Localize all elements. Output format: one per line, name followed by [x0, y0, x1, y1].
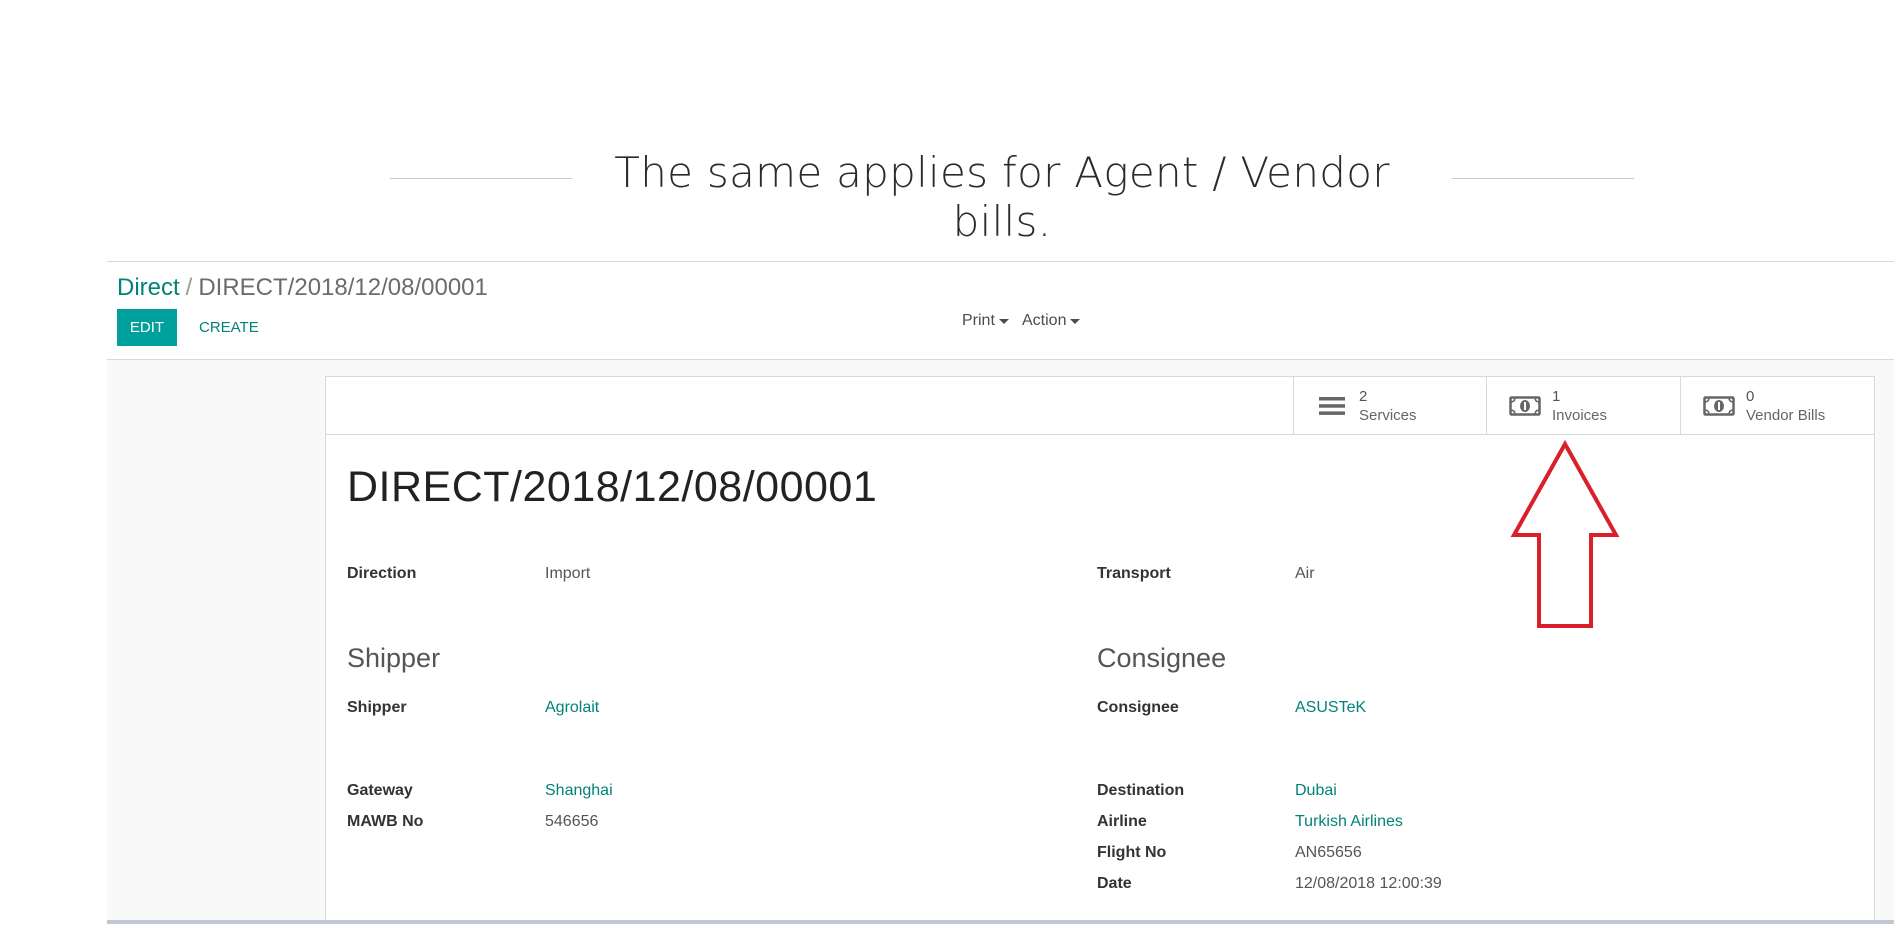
date-label: Date: [1097, 875, 1132, 892]
money-icon: [1508, 394, 1542, 418]
odoo-form-view: Direct / DIRECT/2018/12/08/00001 EDIT CREA…: [107, 261, 1894, 922]
caret-down-icon: [1070, 318, 1081, 324]
record-title: DIRECT/2018/12/08/00001: [347, 463, 878, 511]
mawb-value[interactable]: 546656: [545, 813, 598, 831]
form-sheet: 2 Services 1 Invoices 0 Vendor Bills DIR…: [325, 376, 1875, 922]
heading-rule-left: [390, 178, 572, 179]
invoices-count: 1: [1552, 387, 1561, 405]
gateway-link[interactable]: Shanghai: [545, 782, 613, 800]
edit-button[interactable]: EDIT: [117, 309, 177, 346]
transport-label: Transport: [1097, 565, 1171, 582]
slide-heading: The same applies for Agent / Vendor bill…: [0, 148, 1894, 246]
consignee-section-title: Consignee: [1097, 643, 1227, 673]
vendor-bills-count: 0: [1746, 387, 1755, 405]
services-stat-button[interactable]: 2 Services: [1293, 377, 1487, 434]
heading-rule-right: [1452, 178, 1634, 179]
destination-link[interactable]: Dubai: [1295, 782, 1337, 800]
flight-label: Flight No: [1097, 844, 1167, 861]
smart-button-box: 2 Services 1 Invoices 0 Vendor Bills: [326, 377, 1874, 435]
services-count: 2: [1359, 387, 1368, 405]
direction-label: Direction: [347, 565, 417, 582]
date-value[interactable]: 12/08/2018 12:00:39: [1295, 875, 1442, 893]
airline-label: Airline: [1097, 813, 1147, 830]
services-label: Services: [1359, 406, 1417, 424]
create-button[interactable]: CREATE: [191, 309, 267, 346]
breadcrumb-parent-link[interactable]: Direct: [117, 274, 180, 301]
transport-value[interactable]: Air: [1295, 565, 1315, 583]
control-panel: Direct / DIRECT/2018/12/08/00001 EDIT CREA…: [107, 262, 1894, 360]
print-label: Print: [962, 312, 995, 329]
list-icon: [1315, 394, 1349, 418]
consignee-link[interactable]: ASUSTeK: [1295, 699, 1366, 717]
direction-value[interactable]: Import: [545, 565, 590, 583]
destination-label: Destination: [1097, 782, 1185, 799]
airline-link[interactable]: Turkish Airlines: [1295, 813, 1403, 831]
shipper-section-title: Shipper: [347, 643, 441, 673]
bottom-strip: [107, 920, 1894, 924]
gateway-label: Gateway: [347, 782, 413, 799]
invoices-label: Invoices: [1552, 406, 1608, 424]
action-dropdown[interactable]: Action: [1022, 312, 1081, 330]
caret-down-icon: [998, 318, 1009, 324]
breadcrumb: Direct / DIRECT/2018/12/08/00001: [117, 274, 488, 302]
money-icon: [1702, 394, 1736, 418]
up-arrow-icon: [1510, 439, 1620, 635]
invoices-stat-button[interactable]: 1 Invoices: [1486, 377, 1680, 434]
vendor-bills-stat-button[interactable]: 0 Vendor Bills: [1680, 377, 1874, 434]
shipper-link[interactable]: Agrolait: [545, 699, 599, 717]
flight-value[interactable]: AN65656: [1295, 844, 1362, 862]
mawb-label: MAWB No: [347, 813, 424, 830]
action-label: Action: [1022, 312, 1067, 329]
breadcrumb-separator: /: [185, 274, 193, 301]
breadcrumb-current: DIRECT/2018/12/08/00001: [198, 274, 488, 301]
vendor-bills-label: Vendor Bills: [1746, 406, 1826, 424]
slide-title: The same applies for Agent / Vendor bill…: [614, 148, 1390, 246]
consignee-label: Consignee: [1097, 699, 1179, 716]
print-dropdown[interactable]: Print: [962, 312, 1009, 330]
shipper-label: Shipper: [347, 699, 407, 716]
